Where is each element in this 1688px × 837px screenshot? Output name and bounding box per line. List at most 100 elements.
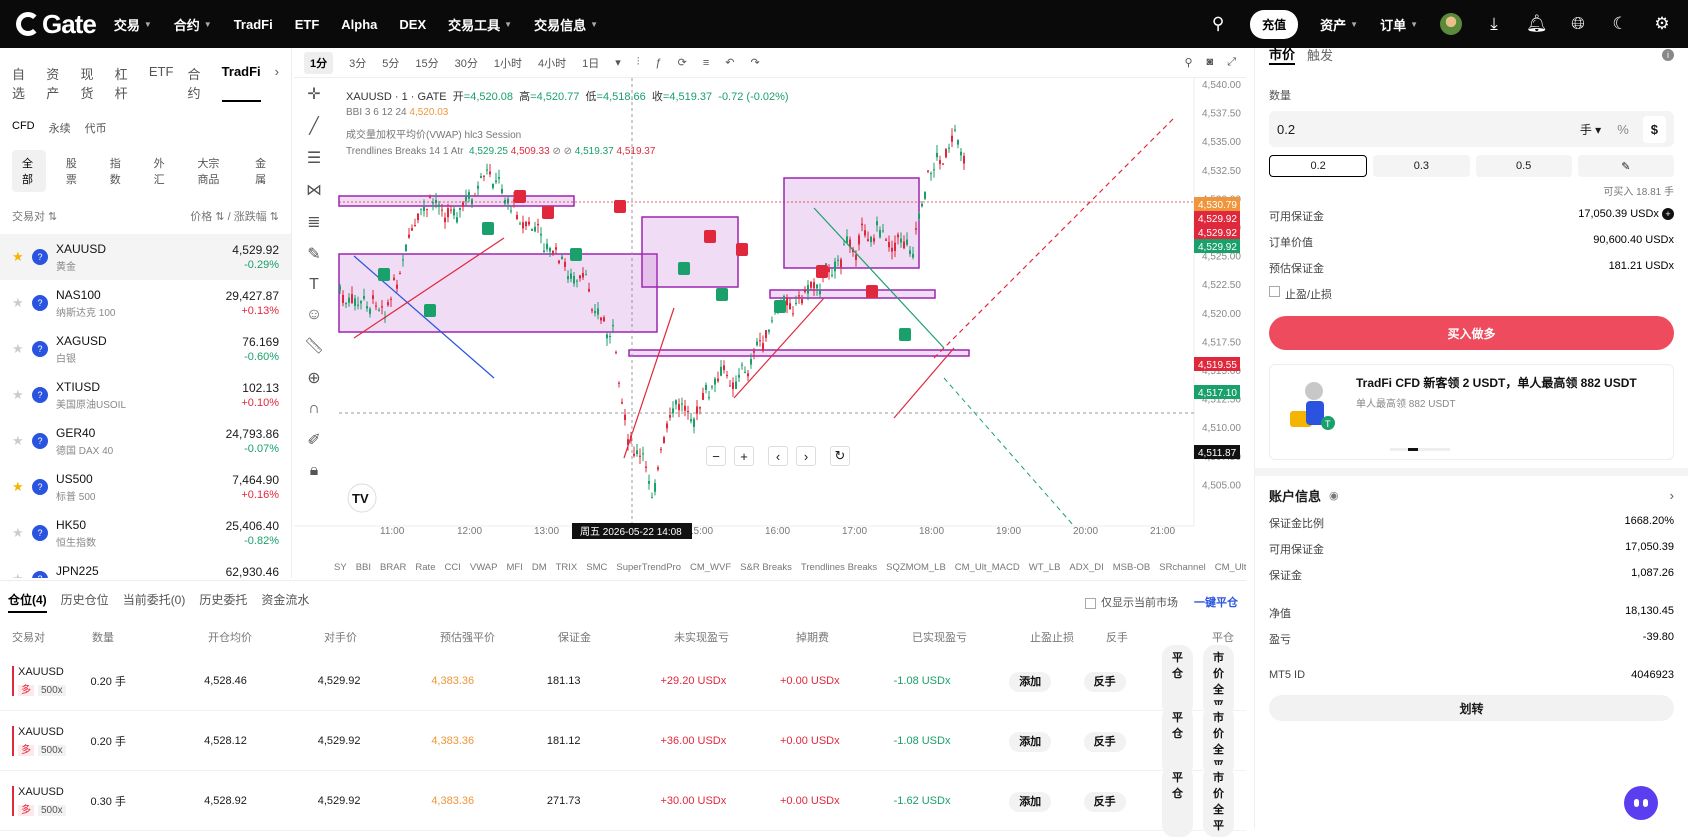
tab-现货[interactable]: 现货: [80, 64, 100, 102]
indicator-icon[interactable]: ƒ: [656, 57, 662, 69]
position-tab-0[interactable]: 仓位(4): [8, 591, 47, 613]
reverse-button[interactable]: 反手: [1083, 671, 1126, 692]
undo-icon[interactable]: ↶: [725, 56, 734, 69]
buy-long-button[interactable]: 买入做多: [1269, 316, 1674, 350]
indicator-tab[interactable]: CM_Ult_MACD: [955, 562, 1020, 578]
indicator-tab[interactable]: Rate: [415, 562, 435, 578]
globe-icon[interactable]: 🌐︎: [1568, 14, 1588, 34]
redo-icon[interactable]: ↷: [751, 56, 760, 69]
indicator-tab[interactable]: SuperTrendPro: [616, 562, 681, 578]
pair-sort-header[interactable]: 交易对 ⇅: [12, 208, 57, 224]
list-item[interactable]: ★? XTIUSD 美国原油USOIL 102.13 +0.10%: [0, 372, 291, 418]
zoom-out-button[interactable]: −: [706, 446, 726, 466]
indicator-tab[interactable]: BBI: [356, 562, 371, 578]
only-current-market-toggle[interactable]: 仅显示当前市场: [1085, 594, 1178, 610]
timeframe-0[interactable]: 1分: [304, 51, 334, 74]
price-sort-header[interactable]: 价格 ⇅ / 涨跌幅 ⇅: [190, 208, 279, 224]
indicator-tab[interactable]: SQZMOM_LB: [886, 562, 946, 578]
list-item[interactable]: ★? NAS100 纳斯达克 100 29,427.87 +0.13%: [0, 280, 291, 326]
zoom-in-button[interactable]: +: [734, 446, 754, 466]
eye-icon[interactable]: ◉: [1329, 489, 1339, 502]
timeframe-1[interactable]: 3分: [349, 55, 366, 71]
category-0[interactable]: 全部: [12, 150, 46, 192]
nav-合约[interactable]: 合约 ▼: [174, 15, 212, 34]
tab-tradfi[interactable]: TradFi: [221, 64, 261, 102]
search-icon[interactable]: ⚲: [1208, 14, 1228, 34]
settings-list-icon[interactable]: ≡: [703, 57, 709, 69]
search-icon[interactable]: ⚲: [1184, 56, 1192, 69]
list-item[interactable]: ★? XAGUSD 白银 76.169 -0.60%: [0, 326, 291, 372]
indicator-tab[interactable]: SMC: [586, 562, 607, 578]
subtab-2[interactable]: 代币: [85, 120, 107, 136]
percent-toggle[interactable]: %: [1617, 122, 1629, 137]
nav-交易工具[interactable]: 交易工具 ▼: [448, 15, 512, 34]
avatar[interactable]: [1440, 13, 1462, 35]
reverse-button[interactable]: 反手: [1083, 791, 1126, 812]
camera-icon[interactable]: ◙: [1207, 56, 1214, 69]
timeframe-5[interactable]: 1小时: [494, 55, 522, 71]
quick-qty-option[interactable]: 0.2: [1269, 155, 1368, 177]
nav-alpha[interactable]: Alpha: [341, 15, 377, 34]
star-icon[interactable]: ★: [12, 249, 26, 265]
timeframe-6[interactable]: 4小时: [538, 55, 566, 71]
nav-交易[interactable]: 交易 ▼: [114, 15, 152, 34]
tab-合约[interactable]: 合约: [187, 64, 207, 102]
indicator-tab[interactable]: BRAR: [380, 562, 406, 578]
add-tpsl-button[interactable]: 添加: [1009, 671, 1052, 692]
account-info-header[interactable]: 账户信息 ◉ ›: [1269, 486, 1674, 505]
reset-chart-button[interactable]: ↻: [830, 446, 850, 466]
chart-area[interactable]: 1分 3分 5分 15分 30分 1小时 4小时 1日 ▾ ⫶ ƒ ⟳ ≡ ↶ ↷ ⚲ ◙ ⤢ ✛ ╱ ☰ ⋈ ≣…: [294, 48, 1246, 578]
orders-menu[interactable]: 订单 ▼: [1380, 15, 1418, 34]
category-2[interactable]: 指数: [100, 150, 134, 192]
gate-logo[interactable]: Gate: [16, 9, 97, 40]
list-item[interactable]: ★? GER40 德国 DAX 40 24,793.86 -0.07%: [0, 418, 291, 464]
tab-etf[interactable]: ETF: [149, 64, 174, 102]
indicator-tab[interactable]: ADX_DI: [1069, 562, 1103, 578]
quick-qty-option[interactable]: 0.5: [1475, 155, 1572, 177]
category-1[interactable]: 股票: [56, 150, 90, 192]
star-icon[interactable]: ★: [12, 387, 26, 403]
scroll-right-button[interactable]: ›: [796, 446, 816, 466]
bell-icon[interactable]: 🔔︎: [1526, 14, 1548, 34]
tab-自选[interactable]: 自选: [12, 64, 32, 102]
indicator-tab[interactable]: WT_LB: [1029, 562, 1061, 578]
nav-etf[interactable]: ETF: [295, 15, 320, 34]
assets-menu[interactable]: 资产 ▼: [1320, 15, 1358, 34]
star-icon[interactable]: ★: [12, 433, 26, 449]
nav-dex[interactable]: DEX: [399, 15, 426, 34]
download-icon[interactable]: ⤓: [1484, 14, 1504, 34]
indicator-tab[interactable]: SRchannel: [1159, 562, 1205, 578]
indicator-tab[interactable]: TRIX: [556, 562, 578, 578]
position-tab-2[interactable]: 当前委托(0): [123, 591, 186, 613]
replay-icon[interactable]: ⟳: [678, 56, 687, 69]
add-tpsl-button[interactable]: 添加: [1009, 731, 1052, 752]
star-icon[interactable]: ★: [12, 341, 26, 357]
quantity-input[interactable]: 0.2 手 ▾ % $: [1269, 111, 1674, 147]
indicator-tab[interactable]: CCI: [444, 562, 460, 578]
indicator-tab[interactable]: CM_WVF: [690, 562, 731, 578]
timeframe-3[interactable]: 15分: [415, 55, 438, 71]
market-close-button[interactable]: 市价全平: [1202, 764, 1234, 837]
close-all-button[interactable]: 一键平仓: [1194, 594, 1238, 610]
reverse-button[interactable]: 反手: [1083, 731, 1126, 752]
star-icon[interactable]: ★: [12, 479, 26, 495]
tab-杠杆[interactable]: 杠杆: [115, 64, 135, 102]
timeframe-2[interactable]: 5分: [382, 55, 399, 71]
timeframe-7[interactable]: 1日: [582, 55, 599, 71]
category-4[interactable]: 大宗商品: [187, 150, 235, 192]
subtab-0[interactable]: CFD: [12, 120, 35, 136]
star-icon[interactable]: ★: [12, 571, 26, 578]
chevron-right-icon[interactable]: ›: [1670, 488, 1674, 503]
gear-icon[interactable]: ⚙: [1652, 14, 1672, 34]
info-icon[interactable]: i: [1662, 48, 1674, 61]
indicator-tab[interactable]: MSB-OB: [1113, 562, 1150, 578]
indicator-tab[interactable]: VWAP: [470, 562, 498, 578]
chatbot-icon[interactable]: [1624, 786, 1658, 820]
star-icon[interactable]: ★: [12, 295, 26, 311]
deposit-button[interactable]: 充值: [1250, 9, 1299, 39]
moon-icon[interactable]: ☾: [1610, 14, 1630, 34]
position-tab-3[interactable]: 历史委托: [199, 591, 247, 613]
subtab-1[interactable]: 永续: [49, 120, 71, 136]
tab-market[interactable]: 市价: [1269, 44, 1296, 65]
star-icon[interactable]: ★: [12, 525, 26, 541]
